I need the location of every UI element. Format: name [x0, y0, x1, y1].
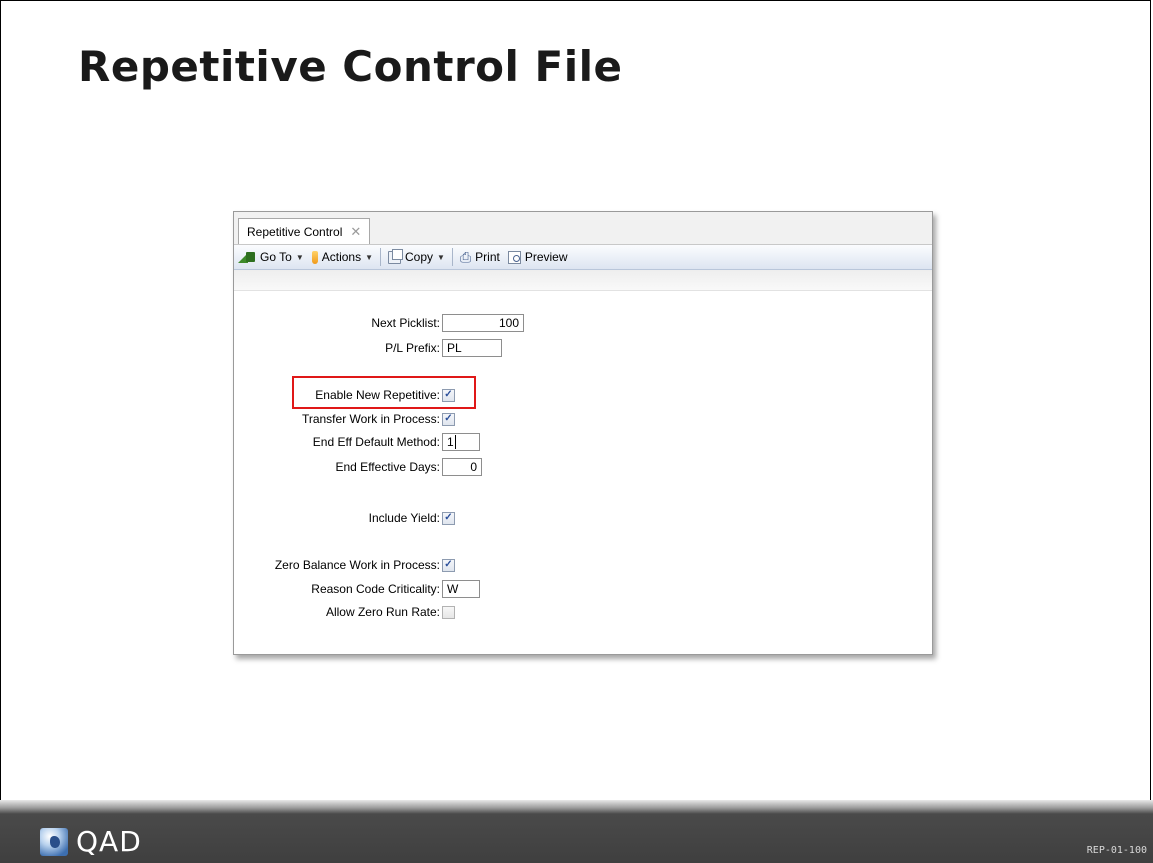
copy-icon [388, 248, 404, 264]
transfer-wip-label: Transfer Work in Process: [301, 412, 440, 426]
goto-icon [238, 251, 256, 263]
transfer-wip-row: Transfer Work in Process: ✓ [234, 409, 455, 429]
print-label: Print [475, 250, 500, 264]
pl-prefix-label: P/L Prefix: [385, 341, 440, 355]
end-effective-days-label: End Effective Days: [335, 460, 441, 474]
pl-prefix-row: P/L Prefix: PL [234, 338, 502, 358]
allow-zero-run-rate-row: Allow Zero Run Rate: ✓ [234, 602, 455, 622]
reason-code-criticality-label: Reason Code Criticality: [311, 582, 440, 596]
repetitive-control-window: Repetitive Control ✕ Go To ▼ Actions ▼ C… [233, 211, 933, 655]
chevron-down-icon[interactable]: ▼ [365, 253, 373, 262]
preview-button[interactable]: Preview [504, 246, 572, 268]
enable-new-repetitive-label: Enable New Repetitive: [315, 388, 440, 402]
allow-zero-run-rate-label: Allow Zero Run Rate: [325, 605, 440, 619]
next-picklist-field[interactable]: 100 [442, 314, 524, 332]
end-eff-default-method-value: 1 [447, 435, 454, 449]
zero-balance-wip-checkbox[interactable]: ✓ [442, 558, 455, 572]
enable-new-repetitive-row: Enable New Repetitive: ✓ [234, 385, 455, 405]
include-yield-checkbox[interactable]: ✓ [442, 511, 455, 525]
tab-repetitive-control[interactable]: Repetitive Control ✕ [238, 218, 371, 244]
slide-code: REP-01-100 [1086, 845, 1147, 856]
allow-zero-run-rate-checkbox[interactable]: ✓ [442, 605, 455, 619]
print-icon: ⎙ [459, 249, 472, 265]
end-eff-default-method-row: End Eff Default Method: 1 [234, 432, 480, 452]
next-picklist-row: Next Picklist: 100 [234, 313, 524, 333]
qad-logo-mark [40, 828, 68, 856]
actions-label: Actions [321, 250, 362, 264]
zero-balance-wip-label: Zero Balance Work in Process: [274, 558, 440, 572]
sub-toolbar [234, 270, 932, 291]
goto-button[interactable]: Go To ▼ [234, 246, 308, 268]
logo-text: QAD [76, 825, 142, 858]
copy-button[interactable]: Copy ▼ [384, 246, 449, 268]
close-icon[interactable]: ✕ [350, 225, 361, 238]
zero-balance-wip-row: Zero Balance Work in Process: ✓ [234, 555, 455, 575]
toolbar: Go To ▼ Actions ▼ Copy ▼ ⎙ Print Preview [234, 245, 932, 270]
chevron-down-icon[interactable]: ▼ [296, 253, 304, 262]
end-effective-days-row: End Effective Days: 0 [234, 457, 482, 477]
end-eff-default-method-label: End Eff Default Method: [312, 435, 440, 449]
qad-logo: QAD [40, 828, 142, 856]
copy-label: Copy [405, 250, 434, 264]
next-picklist-label: Next Picklist: [371, 316, 440, 330]
actions-icon [311, 250, 318, 264]
print-button[interactable]: ⎙ Print [456, 246, 504, 268]
transfer-wip-checkbox[interactable]: ✓ [442, 412, 455, 426]
footer-bar: QAD REP-01-100 [0, 800, 1153, 863]
pl-prefix-field[interactable]: PL [442, 339, 502, 357]
toolbar-divider [380, 248, 382, 266]
slide-title: Repetitive Control File [78, 42, 623, 91]
reason-code-criticality-row: Reason Code Criticality: W [234, 579, 480, 599]
preview-icon [507, 250, 521, 264]
tab-strip: Repetitive Control ✕ [234, 212, 932, 245]
end-eff-default-method-field[interactable]: 1 [442, 433, 480, 451]
enable-new-repetitive-checkbox[interactable]: ✓ [442, 388, 455, 402]
include-yield-row: Include Yield: ✓ [234, 508, 455, 528]
include-yield-label: Include Yield: [368, 511, 440, 525]
actions-button[interactable]: Actions ▼ [308, 246, 377, 268]
text-cursor [454, 435, 456, 449]
reason-code-criticality-field[interactable]: W [442, 580, 480, 598]
preview-label: Preview [524, 250, 568, 264]
end-effective-days-field[interactable]: 0 [442, 458, 482, 476]
goto-label: Go To [260, 250, 292, 264]
tab-label: Repetitive Control [247, 224, 343, 239]
toolbar-divider [451, 248, 453, 266]
chevron-down-icon[interactable]: ▼ [437, 253, 445, 262]
